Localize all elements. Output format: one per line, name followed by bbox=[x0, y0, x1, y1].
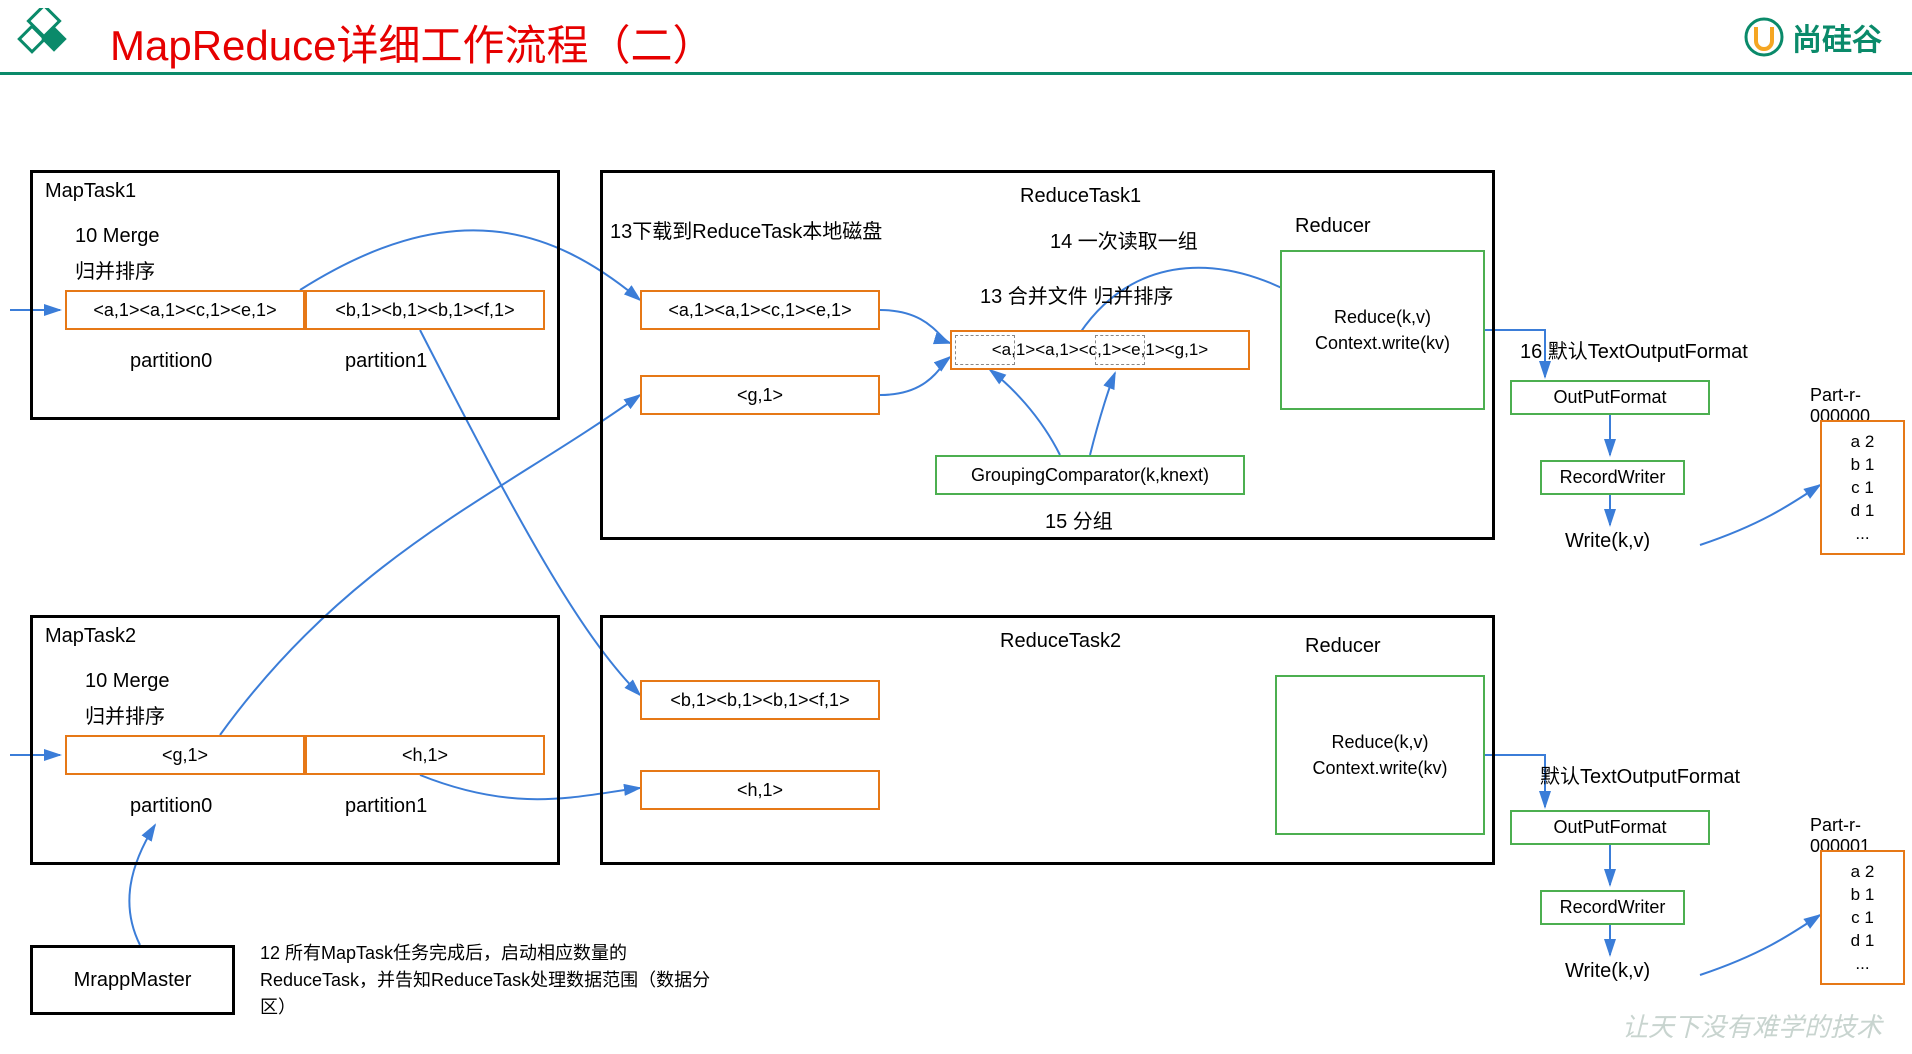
master-title: MrappMaster bbox=[74, 969, 192, 992]
maptask2-p0: <g,1> bbox=[65, 735, 305, 775]
rt1-step13b: 13 合并文件 归并排序 bbox=[980, 280, 1173, 309]
rt2-reducer: Reducer bbox=[1305, 635, 1381, 658]
master-note: 12 所有MapTask任务完成后，启动相应数量的ReduceTask，并告知R… bbox=[260, 940, 720, 1021]
rt2-d2: <h,1> bbox=[640, 770, 880, 810]
maptask1-p1: <b,1><b,1><b,1><f,1> bbox=[305, 290, 545, 330]
diagram-canvas: MapTask1 10 Merge 归并排序 <a,1><a,1><c,1><e… bbox=[0, 75, 1912, 1054]
page-title: MapReduce详细工作流程（二） bbox=[110, 12, 714, 73]
maptask2-sort: 归并排序 bbox=[85, 700, 165, 729]
rt1-step16: 16 默认TextOutputFormat bbox=[1520, 335, 1748, 364]
maptask1-p0: <a,1><a,1><c,1><e,1> bbox=[65, 290, 305, 330]
rt2-outputformat: OutPutFormat bbox=[1510, 810, 1710, 845]
rt2-out-d: d 1 bbox=[1851, 931, 1875, 951]
rt1-recordwriter: RecordWriter bbox=[1540, 460, 1685, 495]
slide-header: MapReduce详细工作流程（二） 尚硅谷 bbox=[0, 0, 1912, 75]
rt2-context: Context.write(kv) bbox=[1312, 758, 1447, 779]
maptask1-merge: 10 Merge bbox=[75, 225, 160, 248]
rt2-recordwriter: RecordWriter bbox=[1540, 890, 1685, 925]
rt2-out-b: b 1 bbox=[1851, 885, 1875, 905]
rt1-d1: <a,1><a,1><c,1><e,1> bbox=[640, 290, 880, 330]
reducetask1-title: ReduceTask1 bbox=[1020, 185, 1141, 208]
rt1-write: Write(k,v) bbox=[1565, 530, 1650, 553]
rt1-reduce-fn: Reduce(k,v) bbox=[1334, 307, 1431, 328]
maptask2-merge: 10 Merge bbox=[85, 670, 170, 693]
rt1-reducer: Reducer bbox=[1295, 215, 1371, 238]
rt2-output: a 2 b 1 c 1 d 1 ... bbox=[1820, 850, 1905, 985]
maptask1-p1lbl: partition1 bbox=[345, 350, 427, 373]
maptask1-title: MapTask1 bbox=[45, 180, 136, 203]
rt2-out-a: a 2 bbox=[1851, 862, 1875, 882]
reducetask2-title: ReduceTask2 bbox=[1000, 630, 1121, 653]
slogan-text: 让天下没有难学的技术 bbox=[1622, 1007, 1882, 1044]
maptask2-p0lbl: partition0 bbox=[130, 795, 212, 818]
rt1-group-sel1 bbox=[955, 335, 1015, 365]
brand-icon bbox=[1744, 17, 1784, 57]
rt1-out-c: c 1 bbox=[1851, 478, 1874, 498]
maptask2-p1: <h,1> bbox=[305, 735, 545, 775]
brand-logo: 尚硅谷 bbox=[1744, 15, 1882, 59]
rt1-d2: <g,1> bbox=[640, 375, 880, 415]
rt2-step16: 默认TextOutputFormat bbox=[1540, 760, 1740, 789]
brand-text: 尚硅谷 bbox=[1792, 15, 1882, 59]
rt2-out-e: ... bbox=[1855, 954, 1869, 974]
rt2-reducer-box: Reduce(k,v) Context.write(kv) bbox=[1275, 675, 1485, 835]
rt2-write: Write(k,v) bbox=[1565, 960, 1650, 983]
rt1-out-d: d 1 bbox=[1851, 501, 1875, 521]
logo-left-icon bbox=[15, 8, 75, 68]
master-box: MrappMaster bbox=[30, 945, 235, 1015]
rt1-step15: 15 分组 bbox=[1045, 505, 1113, 534]
rt1-outputformat: OutPutFormat bbox=[1510, 380, 1710, 415]
rt1-context: Context.write(kv) bbox=[1315, 333, 1450, 354]
rt1-step14: 14 一次读取一组 bbox=[1050, 225, 1198, 254]
rt1-output: a 2 b 1 c 1 d 1 ... bbox=[1820, 420, 1905, 555]
rt1-reducer-box: Reduce(k,v) Context.write(kv) bbox=[1280, 250, 1485, 410]
rt1-out-e: ... bbox=[1855, 524, 1869, 544]
maptask1-sort: 归并排序 bbox=[75, 255, 155, 284]
rt1-out-a: a 2 bbox=[1851, 432, 1875, 452]
maptask2-title: MapTask2 bbox=[45, 625, 136, 648]
maptask2-p1lbl: partition1 bbox=[345, 795, 427, 818]
maptask1-p0lbl: partition0 bbox=[130, 350, 212, 373]
rt2-out-c: c 1 bbox=[1851, 908, 1874, 928]
rt2-reduce-fn: Reduce(k,v) bbox=[1331, 732, 1428, 753]
rt1-step13: 13下载到ReduceTask本地磁盘 bbox=[610, 215, 882, 244]
rt1-group-sel2 bbox=[1095, 335, 1145, 365]
rt2-d1: <b,1><b,1><b,1><f,1> bbox=[640, 680, 880, 720]
rt1-out-b: b 1 bbox=[1851, 455, 1875, 475]
rt1-grouping: GroupingComparator(k,knext) bbox=[935, 455, 1245, 495]
